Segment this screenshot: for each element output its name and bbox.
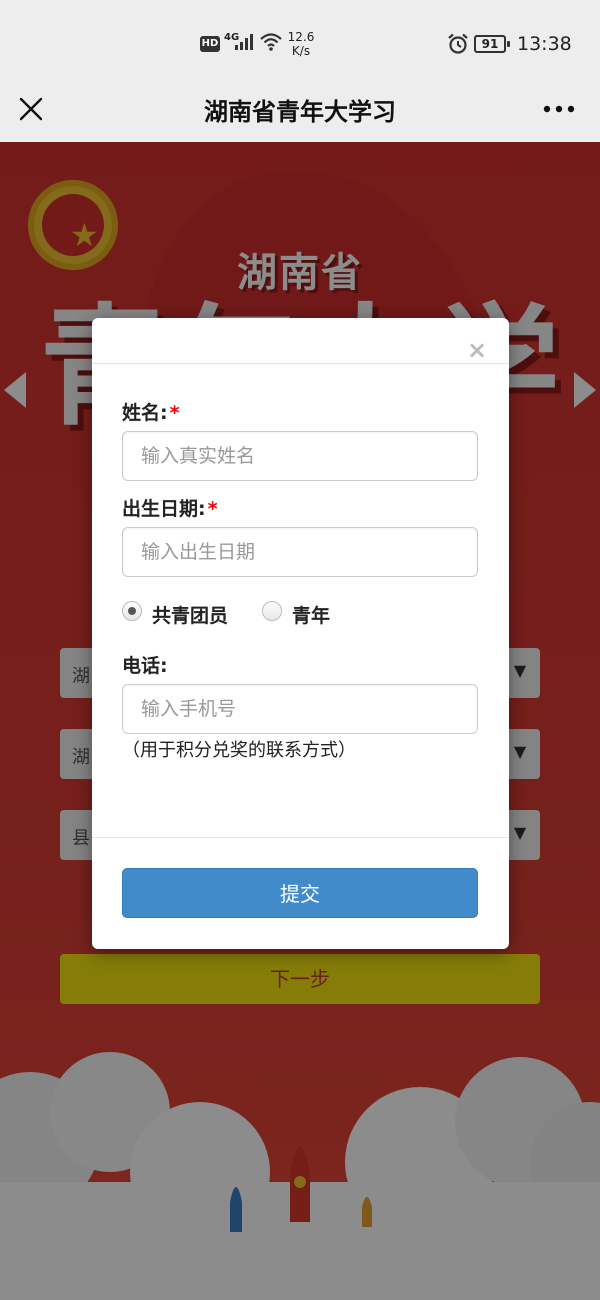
speed-unit: K/s [291,44,311,58]
close-icon[interactable]: × [467,338,487,362]
phone-note: （用于积分兑奖的联系方式） [122,740,356,761]
radio-label: 青年 [292,605,331,627]
name-label: 姓名: * [122,398,180,425]
birth-label-text: 出生日期: [122,498,206,520]
radio-label: 共青团员 [152,605,229,627]
signal-icon [235,34,253,50]
hd-badge: HD [200,36,220,52]
registration-modal: × 姓名:* 出生日期:* 共青团员 青年 电话: （用于积分兑奖的联系方式） … [92,318,509,949]
birth-date-input[interactable] [122,527,478,577]
birth-label: 出生日期: * [122,494,218,521]
footer-divider [92,837,509,838]
required-mark: * [207,498,218,520]
page-title: 湖南省青年大学习 [204,98,396,126]
more-icon[interactable] [542,104,576,114]
title-bar: 湖南省青年大学习 [0,76,600,142]
radio-button[interactable] [262,601,282,621]
phone-label: 电话: [122,655,168,677]
header-divider [92,363,509,364]
speed-value: 12.6 [287,30,315,44]
phone-input[interactable] [122,684,478,734]
required-mark: * [169,402,180,424]
network-speed: 12.6 K/s [286,30,316,58]
battery-icon: 91 [474,35,510,53]
name-label-text: 姓名: [122,402,168,424]
clock: 13:38 [517,33,572,55]
radio-button-checked[interactable] [122,601,142,621]
alarm-icon [448,33,468,54]
submit-button[interactable]: 提交 [122,868,478,918]
status-bar: HD 4G 12.6 K/s 91 13:38 [0,0,600,76]
name-input[interactable] [122,431,478,481]
wifi-icon [260,33,282,51]
